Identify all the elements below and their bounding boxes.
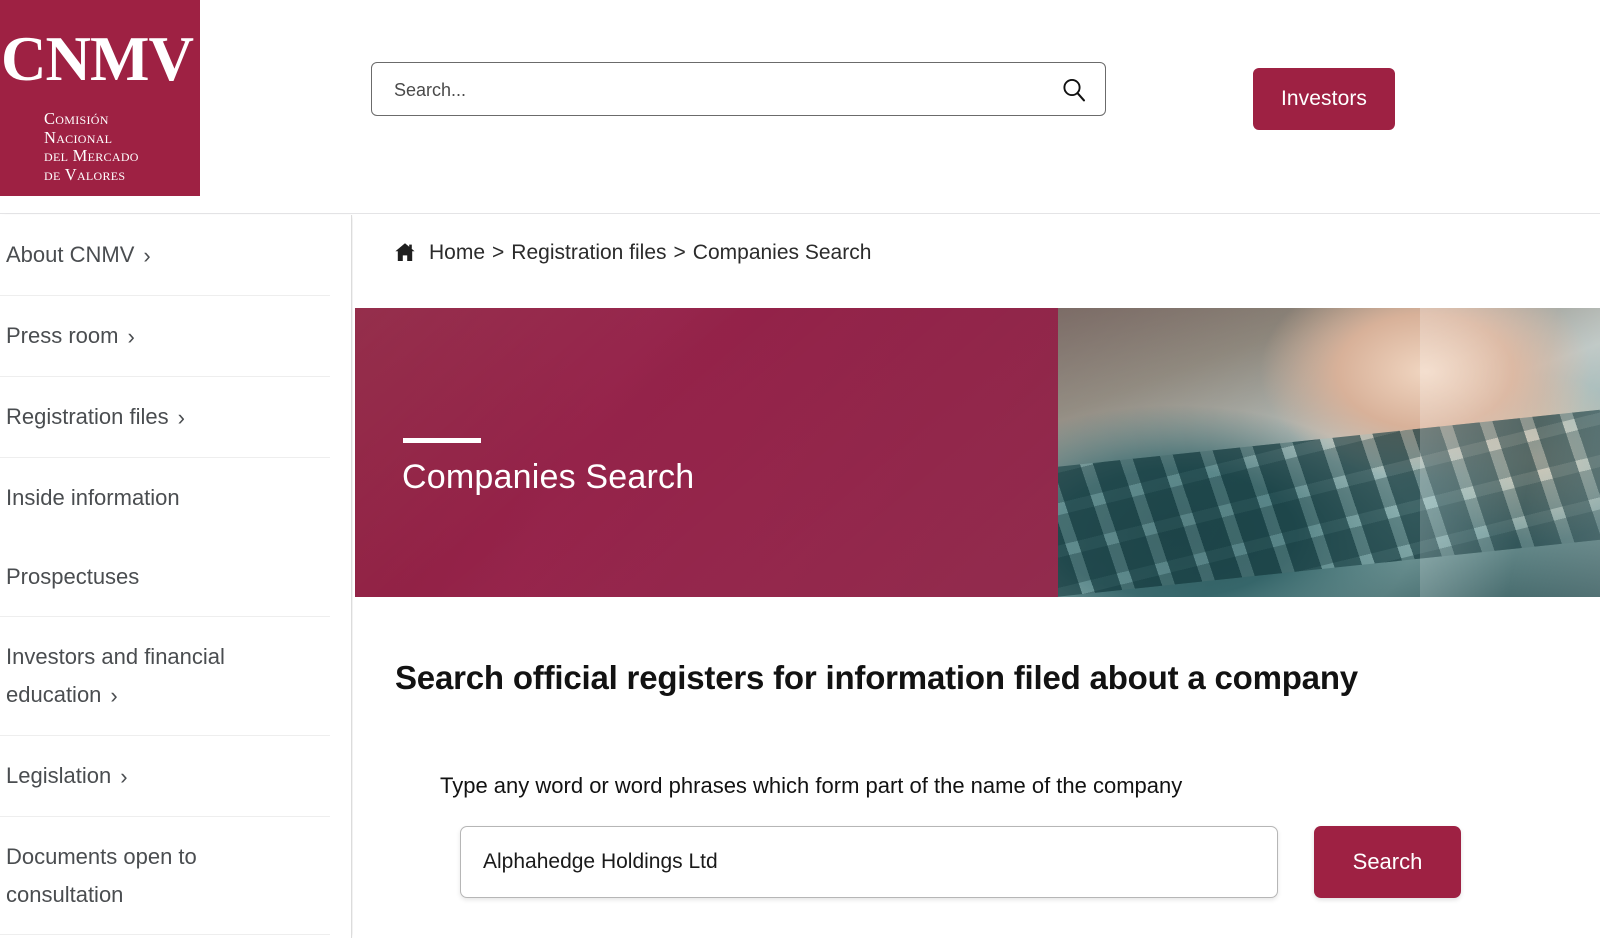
sidebar-item-documents-open-to-consultation[interactable]: Documents open to consultation — [0, 817, 330, 935]
sidebar-item-investors-and-financial-education[interactable]: Investors and financial education › — [0, 617, 330, 736]
page-title: Companies Search — [402, 458, 695, 496]
sidebar-item-label: About CNMV — [6, 242, 135, 267]
hero-color-panel: Companies Search — [355, 308, 1058, 597]
sidebar-item-press-room[interactable]: Press room › — [0, 296, 330, 377]
logo-subtitle-line-4: de Valores — [44, 164, 126, 184]
breadcrumb: Home > Registration files > Companies Search — [394, 241, 871, 275]
hero-accent-rule — [403, 438, 481, 443]
search-icon[interactable] — [1060, 76, 1088, 104]
breadcrumb-item-home[interactable]: Home — [429, 241, 485, 264]
sidebar-item-inside-information[interactable]: Inside information — [0, 458, 330, 537]
hero-banner: Companies Search — [355, 308, 1600, 597]
sidebar-item-label: Documents open to consultation — [6, 844, 197, 907]
search-input[interactable] — [392, 63, 1036, 117]
logo-subtitle: Comisión Nacional del Mercado de Valores — [44, 109, 200, 184]
breadcrumb-item-current: Companies Search — [692, 241, 872, 264]
sidebar-item-label: Legislation — [6, 763, 112, 788]
chevron-right-icon: › — [120, 764, 128, 789]
logo-subtitle-line-3: del Mercado — [44, 146, 139, 166]
section-heading: Search official registers for informatio… — [395, 659, 1358, 697]
main-content: Home > Registration files > Companies Search… — [353, 215, 1600, 938]
sidebar-item-prospectuses[interactable]: Prospectuses — [0, 537, 330, 617]
breadcrumb-separator: > — [492, 241, 505, 264]
chevron-right-icon: › — [177, 405, 185, 430]
breadcrumb-separator: > — [673, 241, 686, 264]
sidebar-item-registration-files[interactable]: Registration files › — [0, 377, 330, 458]
cnmv-logo[interactable]: CNMV Comisión Nacional del Mercado de Va… — [0, 0, 200, 196]
investors-button[interactable]: Investors — [1253, 68, 1395, 130]
breadcrumb-item-registration-files[interactable]: Registration files — [511, 241, 666, 264]
sidebar-item-label: Prospectuses — [6, 564, 140, 589]
page-root: CNMV Comisión Nacional del Mercado de Va… — [0, 0, 1600, 938]
chevron-right-icon: › — [143, 243, 151, 268]
logo-wordmark: CNMV — [1, 24, 194, 94]
company-search-label: Type any word or word phrases which form… — [440, 773, 1183, 798]
home-icon[interactable] — [394, 242, 416, 262]
hero-image — [1055, 308, 1600, 597]
sidebar-item-label: Press room — [6, 323, 119, 348]
sidebar-item-legislation[interactable]: Legislation › — [0, 736, 330, 817]
chevron-right-icon: › — [127, 324, 135, 349]
site-search[interactable] — [371, 62, 1106, 117]
sidebar-item-label: Inside information — [6, 485, 180, 510]
company-name-input[interactable] — [460, 826, 1278, 898]
search-submit-button[interactable]: Search — [1314, 826, 1461, 898]
logo-subtitle-line-2: Nacional — [44, 127, 113, 147]
site-header: CNMV Comisión Nacional del Mercado de Va… — [0, 0, 1600, 214]
sidebar-nav: About CNMV › Press room › Registration fil… — [0, 215, 352, 938]
sidebar-item-about-cnmv[interactable]: About CNMV › — [0, 215, 330, 296]
hero-image-glare — [1420, 308, 1600, 597]
hero-panel-sheen — [355, 308, 1058, 597]
logo-subtitle-line-1: Comisión — [44, 109, 109, 128]
chevron-right-icon: › — [110, 683, 118, 708]
sidebar-item-label: Registration files — [6, 404, 169, 429]
